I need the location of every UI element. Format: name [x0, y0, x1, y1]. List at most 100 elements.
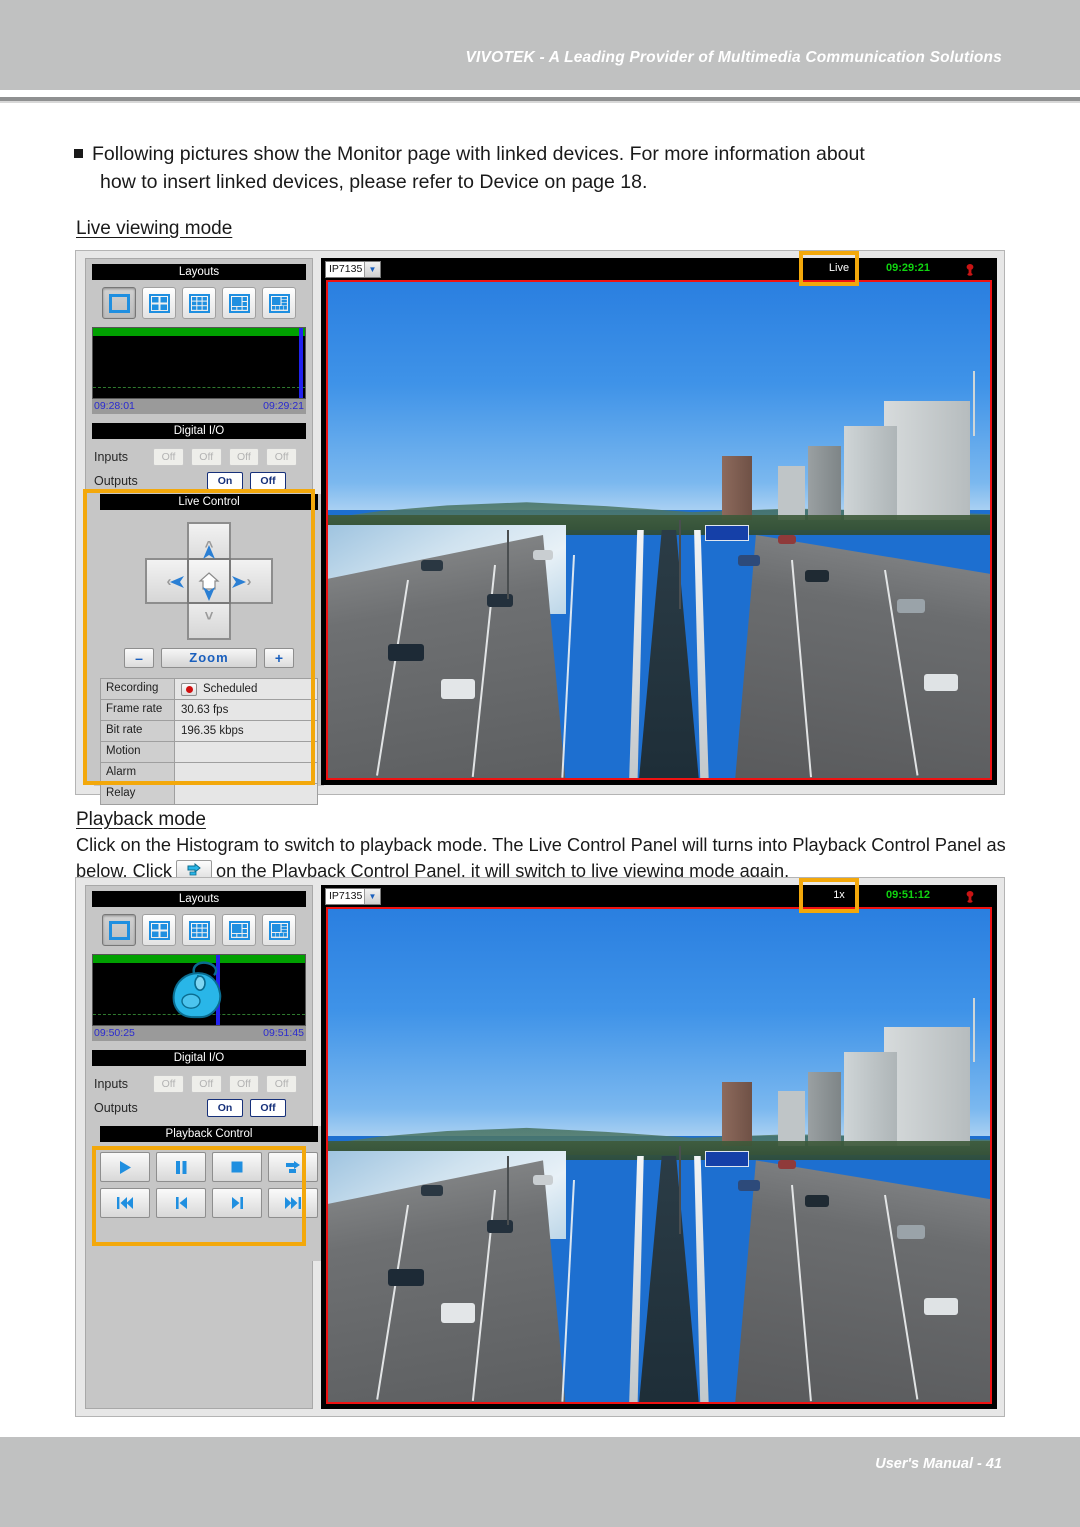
- layout-2x2-button[interactable]: [142, 914, 176, 946]
- layout-2x2-button[interactable]: [142, 287, 176, 319]
- layout-3x3-icon: [188, 920, 210, 940]
- histogram-baseline: [93, 387, 305, 388]
- layout-3x3-button[interactable]: [182, 287, 216, 319]
- live-viewing-screenshot: Layouts 09:28:01 09:29:21 Digital I/O In…: [75, 250, 1005, 805]
- live-switch-button[interactable]: [268, 1152, 318, 1182]
- layout-2x2-plus-button[interactable]: [222, 287, 256, 319]
- vehicle: [440, 678, 475, 699]
- zoom-in-button[interactable]: +: [264, 648, 294, 668]
- status-value: [175, 763, 317, 783]
- playback-video-container: IP7135 ▼ 1x 09:51:12: [321, 885, 997, 1409]
- rewind-icon: [117, 1197, 133, 1209]
- ptz-control-pad: ^ ˅ ‹ ›: [145, 522, 273, 640]
- digital-io-panel-title: Digital I/O: [92, 423, 306, 439]
- live-switch-icon: [286, 1160, 300, 1173]
- vehicle: [923, 673, 958, 691]
- chevron-down-icon: ˅: [204, 607, 214, 625]
- histogram-live[interactable]: [92, 327, 306, 399]
- zoom-slider[interactable]: Zoom: [161, 648, 257, 668]
- histogram-timerange-playback: 09:50:25 09:51:45: [92, 1026, 306, 1041]
- previous-icon: [175, 1197, 187, 1209]
- zoom-out-button[interactable]: –: [124, 648, 154, 668]
- layout-2x2-plus-button[interactable]: [222, 914, 256, 946]
- light-pole: [506, 530, 509, 600]
- status-key: Alarm: [101, 763, 175, 783]
- subheading-live-viewing-mode: Live viewing mode: [76, 218, 233, 239]
- light-pole: [678, 520, 681, 610]
- layout-3x3-button[interactable]: [182, 914, 216, 946]
- zoom-control-row: – Zoom +: [94, 648, 324, 668]
- status-key: Motion: [101, 742, 175, 762]
- live-video-image[interactable]: [326, 280, 992, 780]
- video-mode-label: 1x: [833, 889, 845, 901]
- video-timestamp: 09:51:12: [886, 889, 931, 901]
- layout-2x2-plus-icon: [228, 293, 250, 313]
- building: [844, 425, 898, 521]
- mouse-cursor-icon: [164, 959, 242, 1025]
- barrier-left: [629, 1155, 644, 1402]
- play-icon: [120, 1160, 131, 1174]
- vehicle: [778, 534, 797, 544]
- ptz-down-arrow-icon: [203, 587, 215, 601]
- camera-select[interactable]: IP7135 ▼: [325, 261, 381, 278]
- outputs-label: Outputs: [94, 474, 138, 488]
- histogram-playback[interactable]: [92, 954, 306, 1026]
- fast-forward-button[interactable]: [268, 1188, 318, 1218]
- histogram-start-time: 09:28:01: [94, 400, 135, 412]
- recording-indicator-icon: [181, 682, 197, 696]
- histogram-recording-band: [93, 328, 305, 336]
- play-button[interactable]: [100, 1152, 150, 1182]
- histogram-playhead[interactable]: [298, 328, 303, 398]
- layout-3x3-plus-icon: [268, 293, 290, 313]
- layouts-panel-title: Layouts: [92, 891, 306, 907]
- layout-3x3-plus-button[interactable]: [262, 287, 296, 319]
- building: [807, 1071, 842, 1146]
- vehicle: [897, 599, 926, 614]
- playback-video-image[interactable]: [326, 907, 992, 1404]
- status-row-frame-rate: Frame rate 30.63 fps: [101, 700, 317, 721]
- barrier-right: [694, 530, 709, 778]
- status-value-cell: Scheduled: [175, 679, 317, 699]
- ptz-right-arrow-icon: [232, 576, 246, 588]
- stop-button[interactable]: [212, 1152, 262, 1182]
- building: [721, 1081, 752, 1146]
- building: [778, 465, 805, 521]
- layout-3x3-plus-button[interactable]: [262, 914, 296, 946]
- rewind-button[interactable]: [100, 1188, 150, 1218]
- output-on-button[interactable]: On: [207, 472, 243, 490]
- status-row-alarm: Alarm: [101, 763, 317, 784]
- status-key: Frame rate: [101, 700, 175, 720]
- input-3-state: Off: [228, 448, 260, 466]
- vehicle: [420, 1185, 443, 1197]
- fast-forward-icon: [285, 1197, 301, 1209]
- status-row-bit-rate: Bit rate 196.35 kbps: [101, 721, 317, 742]
- input-1-state: Off: [153, 1075, 184, 1093]
- next-frame-button[interactable]: [212, 1188, 262, 1218]
- light-pole: [678, 1145, 681, 1235]
- status-value: 30.63 fps: [175, 700, 317, 720]
- vehicle: [738, 554, 761, 566]
- output-off-button[interactable]: Off: [250, 472, 286, 490]
- output-on-button[interactable]: On: [207, 1099, 243, 1117]
- playback-buttons-grid: [94, 1152, 324, 1218]
- antenna-mast: [973, 371, 976, 436]
- digital-io-outputs-row: Outputs On Off: [94, 469, 304, 493]
- camera-select[interactable]: IP7135 ▼: [325, 888, 381, 905]
- histogram-timerange-live: 09:28:01 09:29:21: [92, 399, 306, 414]
- vehicle: [486, 1219, 513, 1233]
- output-off-button[interactable]: Off: [250, 1099, 286, 1117]
- vehicle: [440, 1303, 475, 1324]
- barrier-right: [694, 1155, 709, 1402]
- input-3-state: Off: [228, 1075, 260, 1093]
- vehicle: [778, 1160, 797, 1170]
- previous-frame-button[interactable]: [156, 1188, 206, 1218]
- chevron-right-icon: ›: [246, 572, 252, 590]
- layout-1x1-button[interactable]: [102, 287, 136, 319]
- video-topbar: IP7135 ▼ 1x 09:51:12: [321, 885, 997, 907]
- playback-control-panel-title: Playback Control: [100, 1126, 318, 1142]
- histogram-start-time: 09:50:25: [94, 1027, 135, 1039]
- layout-1x1-button[interactable]: [102, 914, 136, 946]
- vehicle: [533, 549, 554, 560]
- pause-button[interactable]: [156, 1152, 206, 1182]
- camera-scene: [328, 909, 990, 1402]
